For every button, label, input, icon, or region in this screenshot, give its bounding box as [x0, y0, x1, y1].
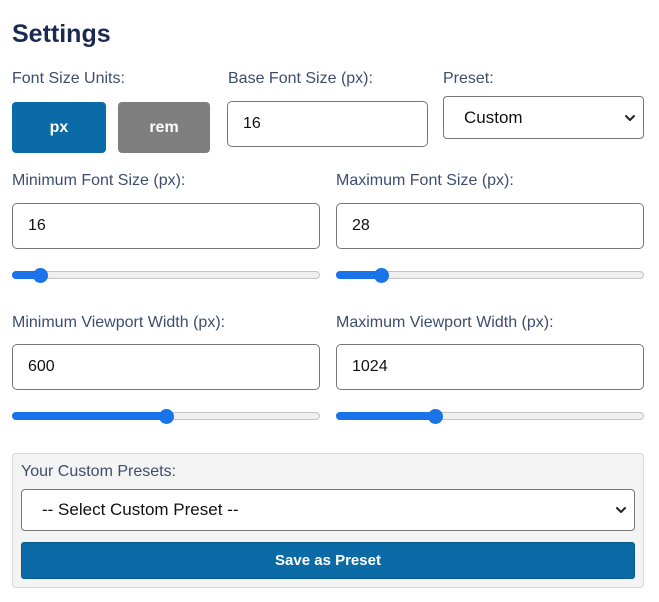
save-as-preset-button[interactable]: Save as Preset [21, 542, 635, 579]
preset-label: Preset: [443, 70, 494, 87]
min-viewport-width-value: 600 [28, 358, 55, 375]
max-viewport-width-input[interactable]: 1024 [336, 344, 644, 390]
max-font-size-value: 28 [352, 217, 370, 234]
min-font-size-slider[interactable] [12, 265, 320, 285]
max-font-size-label: Maximum Font Size (px): [336, 172, 514, 189]
page-title: Settings [12, 20, 111, 48]
slider-fill [12, 412, 166, 420]
min-font-size-value: 16 [28, 217, 46, 234]
slider-thumb[interactable] [159, 409, 174, 424]
slider-thumb[interactable] [427, 409, 443, 424]
min-viewport-width-input[interactable]: 600 [12, 344, 320, 390]
base-font-size-label: Base Font Size (px): [228, 70, 373, 87]
max-viewport-width-slider[interactable] [336, 406, 644, 426]
min-viewport-width-slider[interactable] [12, 406, 320, 426]
max-font-size-input[interactable]: 28 [336, 203, 644, 249]
min-font-size-input[interactable]: 16 [12, 203, 320, 249]
base-font-size-input[interactable]: 16 [227, 101, 428, 147]
chevron-down-icon [625, 114, 635, 121]
max-font-size-slider[interactable] [336, 265, 644, 285]
preset-select-value: Custom [464, 107, 523, 127]
custom-presets-label: Your Custom Presets: [21, 463, 177, 480]
min-viewport-width-label: Minimum Viewport Width (px): [12, 314, 226, 331]
unit-px-button[interactable]: px [12, 102, 106, 153]
slider-thumb[interactable] [32, 268, 48, 283]
preset-select[interactable]: Custom [443, 96, 644, 139]
custom-preset-select-value: -- Select Custom Preset -- [42, 500, 239, 519]
base-font-size-value: 16 [243, 115, 261, 132]
max-viewport-width-label: Maximum Viewport Width (px): [336, 314, 554, 331]
slider-fill [336, 412, 435, 420]
font-size-units-label: Font Size Units: [12, 70, 125, 87]
chevron-down-icon [616, 507, 626, 513]
custom-preset-select[interactable]: -- Select Custom Preset -- [21, 489, 635, 531]
min-font-size-label: Minimum Font Size (px): [12, 172, 186, 189]
slider-track [12, 271, 320, 279]
unit-rem-button[interactable]: rem [118, 102, 210, 153]
slider-thumb[interactable] [373, 268, 389, 283]
max-viewport-width-value: 1024 [352, 358, 388, 375]
